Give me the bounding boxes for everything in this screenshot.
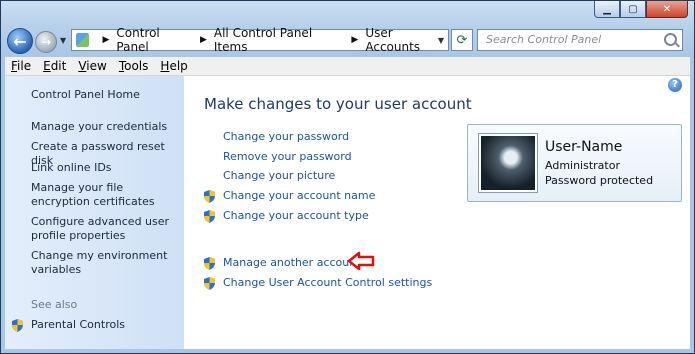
sidebar-item-file-encryption[interactable]: Manage your file encryption certificates <box>31 181 181 209</box>
user-password-status: Password protected <box>545 174 654 187</box>
caption-buttons: ▁ ▢ ✕ <box>594 1 688 19</box>
chevron-right-icon[interactable]: ▶ <box>200 35 207 45</box>
sidebar-item-link-online-ids[interactable]: Link online IDs <box>31 161 181 175</box>
see-also-label: See also <box>31 298 78 311</box>
back-button[interactable]: ← <box>7 28 33 54</box>
sidebar-item-manage-credentials[interactable]: Manage your credentials <box>31 120 181 134</box>
sidebar-item-control-panel-home[interactable]: Control Panel Home <box>31 88 181 102</box>
maximize-button[interactable]: ▢ <box>620 1 646 18</box>
change-account-type-link[interactable]: Change your account type <box>204 209 369 223</box>
user-account-card: User-Name Administrator Password protect… <box>467 124 682 202</box>
menu-view[interactable]: View <box>72 59 112 73</box>
search-input[interactable]: Search Control Panel <box>477 29 683 51</box>
close-button[interactable]: ✕ <box>646 1 688 18</box>
chevron-right-icon[interactable]: ▶ <box>351 35 358 45</box>
breadcrumb-user-accounts[interactable]: User Accounts <box>365 26 448 54</box>
uac-shield-icon <box>204 189 215 203</box>
user-name: User-Name <box>545 139 623 155</box>
uac-shield-icon <box>204 209 215 223</box>
change-account-name-link[interactable]: Change your account name <box>204 189 375 203</box>
refresh-button[interactable]: ⟳ <box>451 29 473 51</box>
navigation-bar: ← → ▼ ▶ Control Panel ▶ All Control Pane… <box>5 26 688 54</box>
address-bar[interactable]: ▶ Control Panel ▶ All Control Panel Item… <box>71 26 449 54</box>
control-panel-icon <box>76 33 90 47</box>
minimize-button[interactable]: ▁ <box>594 1 620 18</box>
breadcrumb-control-panel[interactable]: Control Panel <box>116 26 193 54</box>
control-panel-window: ▁ ▢ ✕ ← → ▼ ▶ Control Panel ▶ All Contro… <box>0 0 695 354</box>
chevron-right-icon[interactable]: ▶ <box>102 35 109 45</box>
menu-edit[interactable]: Edit <box>37 59 72 73</box>
menu-file[interactable]: File <box>5 59 37 73</box>
recent-pages-dropdown[interactable]: ▼ <box>60 36 66 45</box>
manage-another-account-link[interactable]: Manage another account <box>204 256 361 270</box>
uac-shield-icon <box>204 256 215 270</box>
help-icon[interactable]: ? <box>668 78 682 92</box>
red-arrow-annotation-icon <box>347 251 375 271</box>
user-role: Administrator <box>545 159 620 172</box>
avatar[interactable] <box>479 134 537 192</box>
uac-settings-link[interactable]: Change User Account Control settings <box>204 276 432 290</box>
sidebar-item-environment-variables[interactable]: Change my environment variables <box>31 249 181 277</box>
menu-help[interactable]: Help <box>154 59 193 73</box>
content-area: Control Panel Home Manage your credentia… <box>5 76 690 349</box>
menu-tools[interactable]: Tools <box>113 59 155 73</box>
page-title: Make changes to your user account <box>204 95 472 113</box>
uac-shield-icon <box>12 318 23 332</box>
sidebar-item-parental-controls[interactable]: Parental Controls <box>12 318 125 332</box>
menu-bar: File Edit View Tools Help <box>5 57 690 76</box>
search-placeholder: Search Control Panel <box>486 33 602 46</box>
uac-shield-icon <box>204 276 215 290</box>
address-dropdown-icon[interactable]: ▼ <box>438 36 444 45</box>
search-icon[interactable] <box>664 33 677 46</box>
forward-button[interactable]: → <box>35 31 57 53</box>
breadcrumb-all-items[interactable]: All Control Panel Items <box>214 26 345 54</box>
task-pane: Control Panel Home Manage your credentia… <box>5 76 184 349</box>
sidebar-item-advanced-profile[interactable]: Configure advanced user profile properti… <box>31 215 181 243</box>
